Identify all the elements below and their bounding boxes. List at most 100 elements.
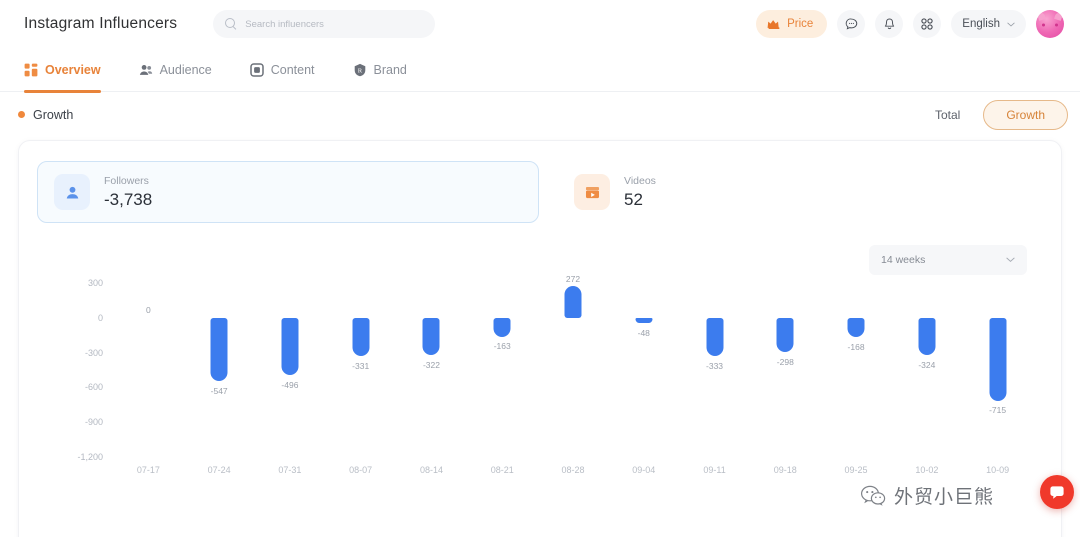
followers-label: Followers	[104, 174, 149, 187]
search-input[interactable]: Search influencers	[213, 10, 436, 38]
chart-bar[interactable]	[564, 286, 582, 318]
chart-bar-value-label: -333	[702, 359, 728, 373]
chevron-down-icon	[1006, 257, 1015, 263]
tab-audience[interactable]: Audience	[139, 48, 212, 92]
chart-bar[interactable]	[776, 317, 794, 353]
top-bar: Instagram Influencers Search influencers…	[0, 0, 1080, 48]
videos-value: 52	[624, 189, 643, 209]
apps-grid-glyph	[921, 18, 933, 30]
tab-content[interactable]: Content	[249, 48, 315, 92]
y-axis-tick: -600	[84, 382, 103, 393]
growth-panel: Followers -3,738 Videos 52 14 weeks 300 …	[18, 140, 1062, 537]
tab-brand-label: Brand	[373, 62, 407, 77]
x-axis-tick: 07-17	[136, 465, 160, 475]
chart-bar-value-label: -331	[348, 359, 374, 373]
chart-y-axis: 300 0 -300 -600 -900 -1,200	[47, 278, 103, 462]
x-axis-tick: 10-09	[986, 465, 1010, 475]
chart-bar[interactable]	[989, 317, 1007, 401]
chart-plot-area: 0 -547 -496 -331 -322 -163 272 -48 -333 -298 -168 -…	[113, 272, 1033, 457]
chart-bar-value-label: -322	[418, 358, 444, 372]
language-selector[interactable]: English	[951, 10, 1026, 38]
x-axis-tick: 08-28	[561, 465, 585, 475]
chart-bar[interactable]	[210, 317, 228, 382]
bell-icon[interactable]	[875, 10, 904, 38]
tab-overview[interactable]: Overview	[24, 48, 101, 93]
x-axis-tick: 10-02	[915, 465, 939, 475]
chart-bar-value-label: -324	[914, 358, 940, 372]
weeks-range-select[interactable]: 14 weeks	[869, 245, 1027, 275]
weeks-range-value: 14 weeks	[881, 254, 926, 266]
growth-section-label: Growth	[18, 108, 73, 122]
chart-bar[interactable]	[352, 317, 370, 357]
grid-squares-icon	[24, 63, 38, 76]
followers-value: -3,738	[104, 189, 153, 209]
registered-r-icon: R	[354, 63, 365, 76]
chat-bubble-icon	[1050, 486, 1064, 499]
chart-bar[interactable]	[281, 317, 299, 376]
y-axis-tick: -1,200	[77, 452, 103, 462]
chat-support-fab[interactable]	[1040, 475, 1074, 509]
crown-icon	[767, 20, 780, 29]
chart-bar[interactable]	[847, 317, 865, 338]
search-icon	[225, 18, 237, 30]
chart-bar-value-label: -163	[489, 339, 515, 353]
chart-bar[interactable]	[493, 317, 511, 337]
chart-x-axis: 07-17 07-24 07-31 08-07 08-14 08-21 08-28 09-04…	[113, 465, 1033, 485]
chart-bar-value-label: 272	[561, 272, 585, 286]
tab-overview-label: Overview	[45, 62, 101, 77]
x-axis-tick: 09-18	[773, 465, 797, 475]
chart-bar-value-label: -298	[772, 355, 798, 369]
tab-content-label: Content	[270, 62, 315, 77]
avatar-face	[1042, 21, 1058, 30]
chart-bar[interactable]	[706, 317, 724, 357]
x-axis-tick: 09-04	[632, 465, 656, 475]
range-select-row: 14 weeks	[37, 245, 1043, 275]
stat-cards: Followers -3,738 Videos 52	[37, 161, 1043, 223]
avatar[interactable]	[1036, 10, 1064, 38]
tab-bar: Overview Audience Content R Brand	[0, 48, 1080, 93]
price-button[interactable]: Price	[756, 10, 828, 38]
stat-card-videos[interactable]: Videos 52	[557, 161, 1057, 223]
growth-dot-icon	[18, 111, 25, 118]
videos-label: Videos	[624, 174, 656, 187]
apps-grid-icon[interactable]	[913, 10, 942, 38]
tab-brand[interactable]: R Brand	[353, 48, 407, 92]
x-axis-tick: 09-11	[703, 465, 726, 475]
growth-header-row: Growth Total Growth	[0, 92, 1080, 137]
x-axis-tick: 08-07	[349, 465, 373, 475]
toggle-total[interactable]: Total	[912, 100, 983, 130]
videos-texts: Videos 52	[624, 175, 656, 210]
chart-bar[interactable]	[918, 317, 936, 356]
growth-label-text: Growth	[33, 107, 74, 122]
language-label: English	[962, 18, 1000, 30]
price-button-label: Price	[787, 18, 814, 30]
x-axis-tick: 08-21	[490, 465, 514, 475]
x-axis-tick: 07-24	[207, 465, 231, 475]
svg-text:R: R	[357, 67, 362, 74]
growth-bar-chart: 300 0 -300 -600 -900 -1,200 0 -547 -496 -331 -322…	[37, 272, 1043, 485]
y-axis-tick: 300	[87, 278, 103, 288]
stat-card-followers[interactable]: Followers -3,738	[37, 161, 539, 223]
chevron-down-icon	[1007, 22, 1015, 27]
chart-bar[interactable]	[635, 317, 653, 324]
user-icon	[54, 174, 90, 210]
media-square-icon	[249, 62, 264, 77]
total-growth-toggle: Total Growth	[911, 99, 1068, 130]
x-axis-tick: 08-14	[419, 465, 443, 475]
toggle-growth[interactable]: Growth	[983, 99, 1068, 130]
chart-bar[interactable]	[422, 317, 440, 356]
tab-audience-label: Audience	[159, 62, 212, 77]
page-title: Instagram Influencers	[24, 15, 178, 32]
chart-bar-value-label: -168	[843, 340, 869, 354]
y-axis-tick: -900	[84, 417, 103, 428]
y-axis-tick: 0	[97, 312, 103, 323]
chat-bubble-icon[interactable]	[837, 10, 866, 38]
chart-bar-value-label: -547	[206, 384, 232, 398]
x-axis-tick: 07-31	[278, 465, 302, 475]
chart-bar-value-label: -715	[985, 403, 1011, 417]
video-clapper-icon	[574, 174, 610, 210]
chart-bar-value-label: 0	[142, 303, 155, 317]
app-root: Instagram Influencers Search influencers…	[0, 0, 1080, 537]
top-bar-actions: Price English	[756, 10, 1064, 38]
x-axis-tick: 09-25	[844, 465, 868, 475]
